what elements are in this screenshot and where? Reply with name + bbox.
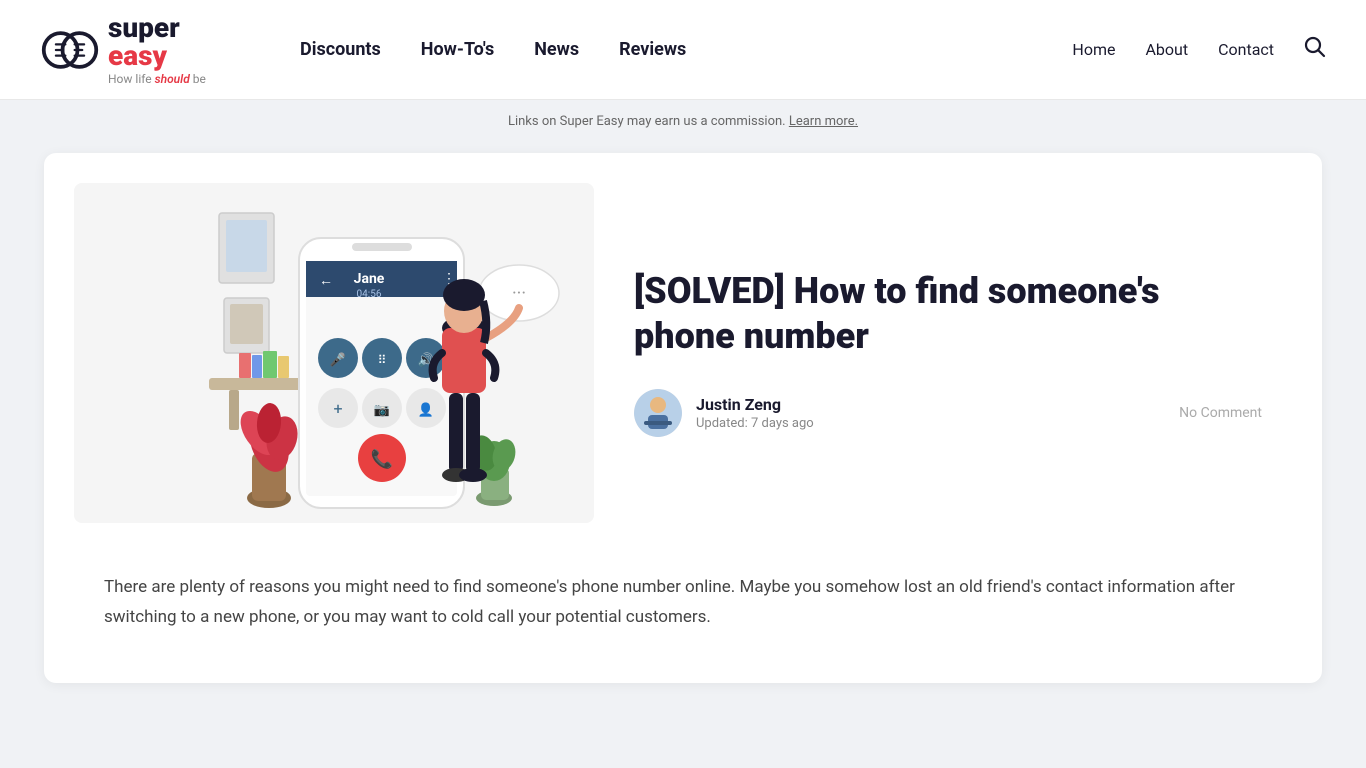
site-header: super easy How life should be Discounts … bbox=[0, 0, 1366, 100]
article-body: There are plenty of reasons you might ne… bbox=[44, 553, 1322, 683]
author-updated: Updated: 7 days ago bbox=[696, 416, 814, 431]
right-nav: Home About Contact bbox=[1072, 36, 1326, 64]
illustration-area: ← Jane 04:56 ⋮ 🎤 ⠿ 🔊 + bbox=[74, 183, 594, 523]
learn-more-link[interactable]: Learn more. bbox=[789, 114, 858, 129]
author-details: Justin Zeng Updated: 7 days ago bbox=[696, 395, 814, 431]
svg-text:←: ← bbox=[319, 273, 333, 289]
author-name: Justin Zeng bbox=[696, 395, 814, 414]
svg-text:+: + bbox=[333, 399, 342, 418]
svg-text:⠿: ⠿ bbox=[378, 353, 387, 367]
search-button[interactable] bbox=[1304, 36, 1326, 64]
svg-text:🎤: 🎤 bbox=[330, 351, 346, 368]
logo-title: super easy bbox=[108, 14, 206, 70]
logo-text: super easy How life should be bbox=[108, 14, 206, 86]
comment-count: No Comment bbox=[1179, 405, 1262, 421]
svg-text:···: ··· bbox=[512, 283, 526, 304]
nav-news[interactable]: News bbox=[534, 39, 579, 60]
svg-text:04:56: 04:56 bbox=[357, 289, 382, 300]
svg-text:📞: 📞 bbox=[371, 447, 394, 470]
nav-home[interactable]: Home bbox=[1072, 40, 1115, 59]
commission-bar: Links on Super Easy may earn us a commis… bbox=[0, 100, 1366, 143]
nav-howtos[interactable]: How-To's bbox=[421, 39, 494, 60]
author-info: Justin Zeng Updated: 7 days ago bbox=[634, 389, 814, 437]
main-nav: Discounts How-To's News Reviews bbox=[300, 39, 686, 60]
nav-discounts[interactable]: Discounts bbox=[300, 39, 381, 60]
author-row: Justin Zeng Updated: 7 days ago No Comme… bbox=[634, 389, 1262, 437]
search-icon bbox=[1304, 36, 1326, 58]
main-card: ← Jane 04:56 ⋮ 🎤 ⠿ 🔊 + bbox=[44, 153, 1322, 683]
hero-section: ← Jane 04:56 ⋮ 🎤 ⠿ 🔊 + bbox=[44, 153, 1322, 553]
article-meta: [SOLVED] How to find someone's phone num… bbox=[634, 269, 1262, 437]
svg-text:Jane: Jane bbox=[354, 271, 385, 287]
article-title: [SOLVED] How to find someone's phone num… bbox=[634, 269, 1262, 359]
logo-area[interactable]: super easy How life should be bbox=[40, 14, 240, 86]
svg-text:👤: 👤 bbox=[418, 402, 434, 418]
logo-icon bbox=[40, 20, 100, 80]
article-intro: There are plenty of reasons you might ne… bbox=[104, 573, 1262, 633]
avatar-image bbox=[634, 389, 682, 437]
logo-subtitle: How life should be bbox=[108, 72, 206, 86]
author-avatar bbox=[634, 389, 682, 437]
svg-text:📷: 📷 bbox=[374, 403, 390, 418]
nav-reviews[interactable]: Reviews bbox=[619, 39, 686, 60]
nav-about[interactable]: About bbox=[1145, 40, 1188, 59]
article-illustration: ← Jane 04:56 ⋮ 🎤 ⠿ 🔊 + bbox=[74, 183, 594, 523]
nav-contact[interactable]: Contact bbox=[1218, 40, 1274, 59]
